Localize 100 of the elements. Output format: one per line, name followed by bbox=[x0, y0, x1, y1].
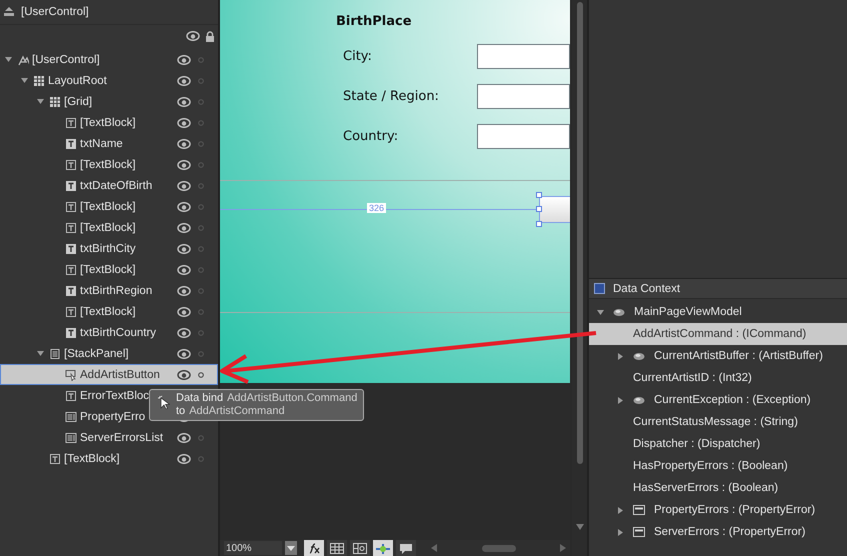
data-item[interactable]: AddArtistCommand : (ICommand) bbox=[589, 323, 847, 345]
collapse-arrow-icon[interactable] bbox=[21, 77, 28, 84]
resize-handle[interactable] bbox=[536, 206, 542, 212]
data-item[interactable]: CurrentException : (Exception) bbox=[589, 389, 847, 411]
lock-toggle-icon bbox=[198, 98, 204, 104]
caret-icon bbox=[287, 546, 295, 550]
collapse-arrow-icon[interactable] bbox=[37, 350, 44, 357]
eye-icon bbox=[177, 244, 191, 254]
tree-item[interactable]: ServerErrorsList bbox=[0, 427, 218, 448]
resize-handle[interactable] bbox=[536, 192, 542, 198]
lock-toggle-icon bbox=[198, 330, 204, 336]
eye-icon bbox=[177, 118, 191, 128]
tree-item[interactable]: LayoutRoot bbox=[0, 70, 218, 91]
toolbar-button[interactable] bbox=[327, 540, 347, 556]
data-context-icon bbox=[594, 283, 605, 294]
object-icon bbox=[633, 394, 645, 406]
expand-arrow-icon[interactable] bbox=[617, 352, 624, 360]
scrollbar-thumb[interactable] bbox=[576, 2, 582, 464]
tooltip-text: to bbox=[176, 405, 186, 418]
panel-title: Data Context bbox=[613, 282, 680, 294]
tree-item[interactable]: txtBirthRegion bbox=[0, 280, 218, 301]
eye-icon bbox=[177, 432, 191, 442]
lock-toggle-icon bbox=[198, 372, 204, 378]
data-item[interactable]: Dispatcher : (Dispatcher) bbox=[589, 433, 847, 455]
data-item[interactable]: CurrentArtistBuffer : (ArtistBuffer) bbox=[589, 345, 847, 367]
scroll-down-icon[interactable] bbox=[576, 524, 584, 530]
usercontrol-icon bbox=[17, 54, 29, 66]
lock-icon bbox=[205, 30, 215, 42]
tree-item[interactable]: [TextBlock] bbox=[0, 259, 218, 280]
tree-item[interactable]: [TextBlock] bbox=[0, 196, 218, 217]
eye-icon bbox=[177, 454, 191, 464]
list-icon bbox=[65, 432, 77, 444]
grid-icon bbox=[49, 96, 61, 108]
lock-toggle-icon bbox=[198, 308, 204, 314]
lock-toggle-icon bbox=[198, 224, 204, 230]
stackpanel-icon bbox=[49, 348, 61, 360]
scroll-right-icon bbox=[560, 544, 566, 552]
data-item[interactable]: MainPageViewModel bbox=[589, 301, 847, 323]
tree-item[interactable]: txtBirthCity bbox=[0, 238, 218, 259]
tree-item[interactable]: txtBirthCountry bbox=[0, 322, 218, 343]
collection-icon bbox=[633, 504, 645, 516]
input-field[interactable] bbox=[476, 44, 570, 68]
textbox-icon bbox=[65, 138, 77, 150]
textbox-icon bbox=[65, 284, 77, 296]
data-item[interactable]: ServerErrors : (PropertyError) bbox=[589, 521, 847, 543]
text-icon bbox=[65, 116, 77, 128]
textbox-icon bbox=[65, 326, 77, 338]
toolbar-button[interactable] bbox=[396, 540, 416, 556]
eye-icon bbox=[177, 264, 191, 274]
resize-handle[interactable] bbox=[536, 221, 542, 227]
collapse-arrow-icon[interactable] bbox=[5, 56, 12, 63]
expand-arrow-icon[interactable] bbox=[617, 506, 624, 514]
lock-toggle-icon bbox=[198, 288, 204, 294]
grid-icon bbox=[329, 540, 345, 556]
data-item[interactable]: PropertyErrors : (PropertyError) bbox=[589, 499, 847, 521]
eye-icon bbox=[177, 180, 191, 190]
tooltip-value: AddArtistCommand bbox=[189, 405, 285, 418]
tree-item[interactable]: [TextBlock] bbox=[0, 154, 218, 175]
expand-arrow-icon[interactable] bbox=[617, 396, 624, 404]
input-field[interactable] bbox=[476, 124, 570, 148]
zoom-field[interactable]: 100% bbox=[224, 541, 282, 555]
textbox-icon bbox=[65, 180, 77, 192]
expand-arrow-icon[interactable] bbox=[617, 528, 624, 536]
lock-toggle-icon bbox=[198, 182, 204, 188]
field-label: State / Region: bbox=[342, 88, 440, 104]
data-item[interactable]: CurrentStatusMessage : (String) bbox=[589, 411, 847, 433]
tree-item[interactable]: AddArtistButton bbox=[0, 364, 218, 385]
collapse-arrow-icon[interactable] bbox=[37, 98, 44, 105]
grid-icon bbox=[33, 74, 45, 86]
tooltip-text: Data bind bbox=[176, 392, 224, 405]
tree-item[interactable]: txtDateOfBirth bbox=[0, 175, 218, 196]
lock-toggle-icon bbox=[198, 140, 204, 146]
tree-item[interactable]: [TextBlock] bbox=[0, 301, 218, 322]
collection-icon bbox=[633, 526, 645, 538]
scroll-left-icon bbox=[431, 544, 437, 552]
dropdown-button[interactable] bbox=[285, 541, 297, 555]
input-field[interactable] bbox=[476, 84, 570, 108]
tree-item[interactable]: [StackPanel] bbox=[0, 343, 218, 364]
measurement-label: 326 bbox=[367, 203, 386, 213]
eye-icon bbox=[177, 138, 191, 148]
data-item[interactable]: CurrentArtistID : (Int32) bbox=[589, 367, 847, 389]
scope-title: [UserControl] bbox=[21, 6, 89, 18]
tree-item[interactable]: [Grid] bbox=[0, 91, 218, 112]
toolbar-button[interactable] bbox=[304, 540, 324, 556]
tree-item[interactable]: txtName bbox=[0, 133, 218, 154]
scrollbar-thumb[interactable] bbox=[482, 544, 516, 552]
tree-item[interactable]: [TextBlock] bbox=[0, 112, 218, 133]
tree-item[interactable]: [TextBlock] bbox=[0, 217, 218, 238]
selected-button[interactable] bbox=[539, 196, 570, 223]
data-item[interactable]: HasServerErrors : (Boolean) bbox=[589, 477, 847, 499]
object-icon bbox=[613, 306, 625, 318]
text-icon bbox=[65, 200, 77, 212]
tree-item[interactable]: [TextBlock] bbox=[0, 448, 218, 469]
text-icon bbox=[65, 390, 77, 402]
toolbar-button[interactable] bbox=[350, 540, 370, 556]
section-title: BirthPlace bbox=[336, 14, 413, 29]
data-item[interactable]: HasPropertyErrors : (Boolean) bbox=[589, 455, 847, 477]
tree-item[interactable]: [UserControl] bbox=[0, 49, 218, 70]
button-icon bbox=[65, 368, 77, 380]
collapse-arrow-icon[interactable] bbox=[597, 308, 604, 316]
